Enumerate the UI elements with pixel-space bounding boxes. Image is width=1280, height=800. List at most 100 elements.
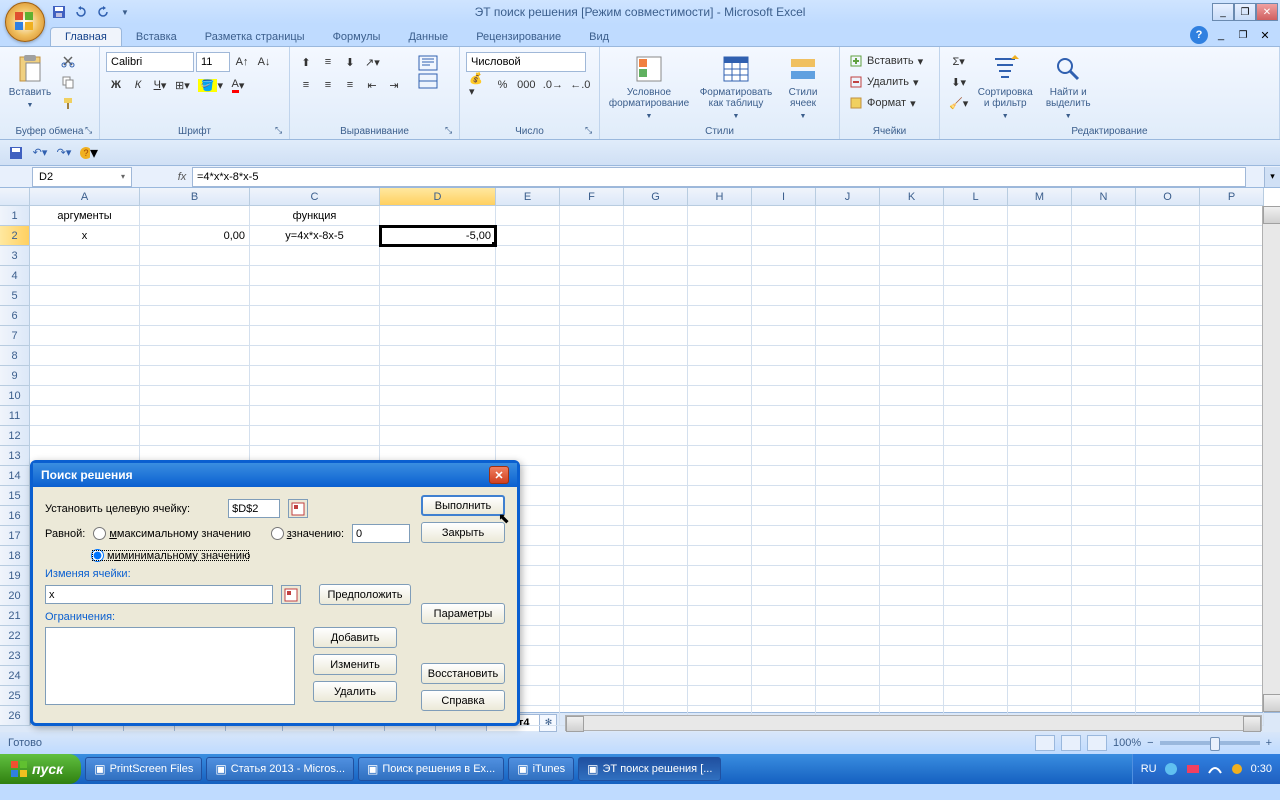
row-header[interactable]: 14: [0, 466, 30, 486]
cell[interactable]: [1200, 326, 1264, 346]
tab-layout[interactable]: Разметка страницы: [191, 28, 319, 46]
cell[interactable]: [560, 646, 624, 666]
cell[interactable]: [1008, 586, 1072, 606]
cell[interactable]: [752, 226, 816, 246]
cell[interactable]: [496, 226, 560, 246]
reset-button[interactable]: Восстановить: [421, 663, 505, 684]
cell[interactable]: [880, 626, 944, 646]
cell[interactable]: [880, 586, 944, 606]
office-button[interactable]: [5, 2, 45, 42]
row-header[interactable]: 1: [0, 206, 30, 226]
italic-button[interactable]: К: [128, 75, 148, 95]
cell[interactable]: [752, 446, 816, 466]
cell[interactable]: [624, 546, 688, 566]
cell[interactable]: [380, 326, 496, 346]
cell[interactable]: [30, 266, 140, 286]
font-name-select[interactable]: [106, 52, 194, 72]
format-table-button[interactable]: Форматировать как таблицу▼: [696, 49, 776, 126]
cell[interactable]: [624, 346, 688, 366]
cell[interactable]: [250, 406, 380, 426]
cell[interactable]: [816, 326, 880, 346]
zoom-out-icon[interactable]: −: [1147, 737, 1153, 749]
ref-picker-icon[interactable]: [288, 499, 308, 518]
cell[interactable]: [624, 326, 688, 346]
cell[interactable]: [752, 626, 816, 646]
cell[interactable]: [624, 466, 688, 486]
cell[interactable]: [688, 566, 752, 586]
cell[interactable]: [624, 506, 688, 526]
cell[interactable]: [1200, 226, 1264, 246]
cell[interactable]: [1200, 386, 1264, 406]
cell[interactable]: [688, 426, 752, 446]
cell[interactable]: [250, 306, 380, 326]
cell[interactable]: [880, 206, 944, 226]
cell[interactable]: [1200, 346, 1264, 366]
row-header[interactable]: 5: [0, 286, 30, 306]
cell[interactable]: [1008, 246, 1072, 266]
add-constraint-button[interactable]: Добавить: [313, 627, 397, 648]
cell[interactable]: [816, 626, 880, 646]
cell[interactable]: [624, 566, 688, 586]
cell[interactable]: [1200, 426, 1264, 446]
cell[interactable]: [140, 266, 250, 286]
cell[interactable]: [624, 286, 688, 306]
cell[interactable]: [816, 206, 880, 226]
bold-button[interactable]: Ж: [106, 75, 126, 95]
cell[interactable]: [1072, 526, 1136, 546]
cell[interactable]: [624, 686, 688, 706]
align-bottom-icon[interactable]: ⬇: [340, 52, 360, 72]
cell[interactable]: [816, 406, 880, 426]
shrink-font-icon[interactable]: A↓: [254, 52, 274, 72]
font-expand-icon[interactable]: ⤡: [275, 125, 287, 137]
cell[interactable]: [816, 606, 880, 626]
cell[interactable]: [944, 686, 1008, 706]
col-header[interactable]: I: [752, 188, 816, 206]
value-input[interactable]: [352, 524, 410, 543]
cell[interactable]: [250, 286, 380, 306]
cell[interactable]: [752, 266, 816, 286]
cell[interactable]: [880, 666, 944, 686]
lang-indicator[interactable]: RU: [1141, 763, 1157, 775]
cell[interactable]: [1200, 626, 1264, 646]
cell[interactable]: [496, 326, 560, 346]
cell[interactable]: [1200, 266, 1264, 286]
qat-customize-icon[interactable]: ▼: [116, 3, 134, 21]
help-icon[interactable]: ?: [1190, 26, 1208, 44]
underline-button[interactable]: Ч▾: [150, 75, 170, 95]
col-header[interactable]: L: [944, 188, 1008, 206]
cell[interactable]: [1136, 406, 1200, 426]
save-icon[interactable]: [6, 143, 26, 163]
cell[interactable]: [1072, 266, 1136, 286]
align-top-icon[interactable]: ⬆: [296, 52, 316, 72]
cell[interactable]: [944, 666, 1008, 686]
ref-picker-icon[interactable]: [281, 585, 301, 604]
cell[interactable]: [1072, 306, 1136, 326]
cell[interactable]: [624, 486, 688, 506]
cell[interactable]: [816, 586, 880, 606]
row-header[interactable]: 22: [0, 626, 30, 646]
cell[interactable]: [140, 326, 250, 346]
cell[interactable]: [688, 626, 752, 646]
minimize-button[interactable]: _: [1212, 3, 1234, 21]
dialog-titlebar[interactable]: Поиск решения ✕: [33, 463, 517, 487]
taskbar-item[interactable]: ▣PrintScreen Files: [85, 757, 202, 781]
cell[interactable]: [816, 286, 880, 306]
grow-font-icon[interactable]: A↑: [232, 52, 252, 72]
row-header[interactable]: 20: [0, 586, 30, 606]
cell[interactable]: [1008, 686, 1072, 706]
cell[interactable]: [1200, 666, 1264, 686]
cell[interactable]: [880, 486, 944, 506]
cell[interactable]: [880, 646, 944, 666]
cut-icon[interactable]: [58, 51, 78, 71]
cell[interactable]: [1008, 506, 1072, 526]
delete-cells-button[interactable]: Удалить▾: [846, 72, 936, 92]
cell[interactable]: [624, 446, 688, 466]
guess-button[interactable]: Предположить: [319, 584, 411, 605]
cell[interactable]: [752, 666, 816, 686]
cell[interactable]: [624, 366, 688, 386]
font-size-select[interactable]: [196, 52, 230, 72]
cell[interactable]: [560, 626, 624, 646]
cell[interactable]: [380, 406, 496, 426]
cell[interactable]: [752, 506, 816, 526]
find-select-button[interactable]: Найти и выделить▼: [1039, 49, 1097, 126]
